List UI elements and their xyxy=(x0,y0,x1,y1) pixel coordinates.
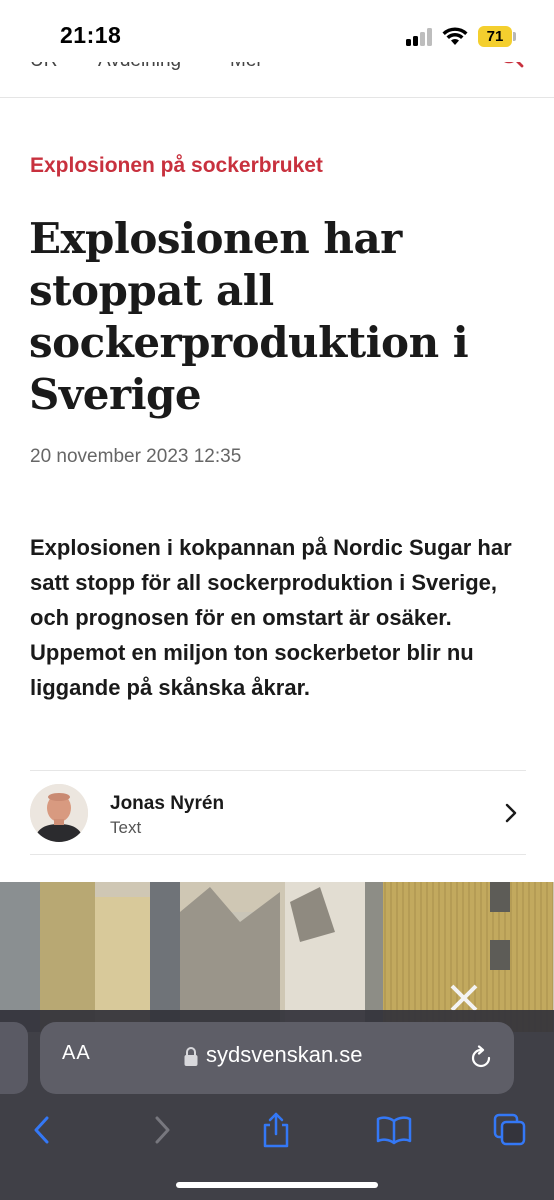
share-button[interactable] xyxy=(256,1110,296,1150)
article-kicker[interactable]: Explosionen på sockerbruket xyxy=(30,154,323,178)
back-icon xyxy=(34,1116,49,1144)
reader-settings-button[interactable]: AA xyxy=(62,1042,91,1065)
browser-chrome: AA sydsvenskan.se xyxy=(0,1010,554,1200)
chevron-right-icon xyxy=(505,803,517,823)
author-byline[interactable]: Jonas Nyrén Text xyxy=(30,770,526,855)
address-bar[interactable]: AA sydsvenskan.se xyxy=(40,1022,514,1094)
status-bar: 21:18 71 xyxy=(0,0,554,62)
tabs-icon xyxy=(493,1113,526,1146)
author-role: Text xyxy=(110,818,142,837)
lock-icon xyxy=(184,1047,198,1066)
bookmarks-icon xyxy=(376,1116,412,1145)
previous-tab-peek[interactable] xyxy=(0,1022,28,1094)
wifi-icon xyxy=(442,27,468,45)
status-time: 21:18 xyxy=(60,22,122,48)
reader-settings-label: AA xyxy=(62,1042,91,1064)
battery-tip xyxy=(513,32,516,41)
browser-toolbar xyxy=(0,1102,554,1162)
author-name: Jonas Nyrén xyxy=(110,793,225,814)
article-date: 20 november 2023 12:35 xyxy=(30,446,242,467)
article-headline: Explosionen har stoppat all sockerproduk… xyxy=(29,214,469,419)
article-lead: Explosionen i kokpannan på Nordic Sugar … xyxy=(30,535,512,700)
battery-indicator: 71 xyxy=(478,26,512,47)
reload-icon[interactable] xyxy=(468,1045,494,1071)
forward-icon xyxy=(155,1116,170,1144)
avatar xyxy=(30,784,88,842)
url-text[interactable]: sydsvenskan.se xyxy=(206,1042,363,1068)
back-button[interactable] xyxy=(22,1110,62,1150)
share-icon xyxy=(263,1112,289,1148)
bookmarks-button[interactable] xyxy=(374,1110,414,1150)
home-indicator xyxy=(176,1182,378,1188)
tabs-button[interactable] xyxy=(490,1110,530,1150)
forward-button[interactable] xyxy=(142,1110,182,1150)
cellular-signal-icon xyxy=(406,28,434,46)
